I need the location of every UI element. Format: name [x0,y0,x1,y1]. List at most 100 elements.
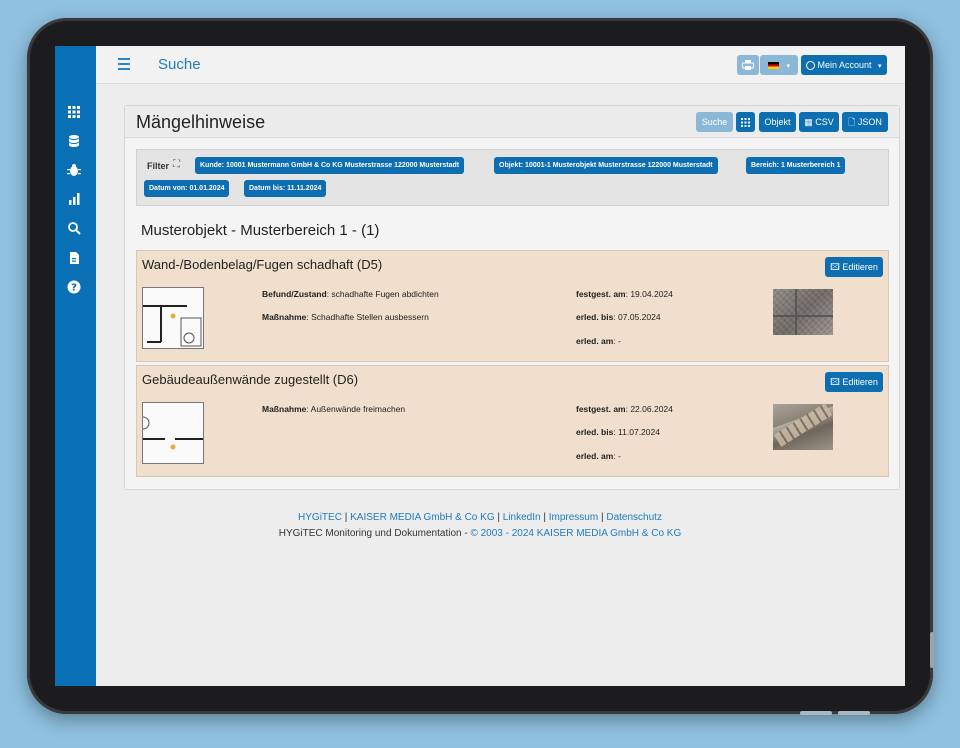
database-icon[interactable] [66,134,82,150]
image-icon: 🖾 [830,262,840,272]
defects-card: Mängelhinweise Suche Objekt ▦ CSV 🗋 JSON… [124,105,900,490]
erled-am-field: erled. am: - [576,336,621,346]
footer-separator: | [543,512,546,523]
tablet-foot-left [800,711,832,715]
massnahme-field: Maßnahme: Außenwände freimachen [262,404,405,414]
edit-label: Editieren [842,262,878,272]
filter-label: Filter [147,161,170,171]
file-icon: 🗋 [848,117,856,127]
edit-label: Editieren [842,377,878,387]
erled-am-value: : - [613,336,621,346]
bar-chart-icon[interactable] [66,192,82,208]
account-label: Mein Account [817,60,872,70]
festgest-field: festgest. am: 22.06.2024 [576,404,673,414]
grid-view-button[interactable] [736,112,755,132]
user-circle-icon [806,61,816,71]
card-header: Mängelhinweise Suche Objekt ▦ CSV 🗋 JSON [125,106,899,138]
print-button[interactable] [737,55,759,75]
account-dropdown[interactable]: Mein Account ▾ [801,55,887,75]
footer-link-datenschutz[interactable]: Datenschutz [606,512,662,523]
filter-chip-datum-von[interactable]: Datum von: 01.01.2024 [144,180,230,197]
defect-row: Wand-/Bodenbelag/Fugen schadhaft (D5) 🖾 … [136,250,889,362]
erled-am-value: : - [613,451,621,461]
festgest-value: : 22.06.2024 [625,404,673,414]
footer-link-impressum[interactable]: Impressum [549,512,598,523]
objekt-button[interactable]: Objekt [759,112,796,132]
erled-bis-value: : 07.05.2024 [613,312,661,322]
befund-field: Befund/Zustand: schadhafte Fugen abdicht… [262,289,439,299]
csv-label: CSV [815,117,834,127]
defect-photo[interactable] [773,403,833,450]
filter-chip-datum-bis[interactable]: Datum bis: 11.11.2024 [244,180,327,197]
massnahme-value: : Außenwände freimachen [306,404,406,414]
chevron-down-icon: ▾ [786,63,791,70]
filter-chip-objekt[interactable]: Objekt: 10001-1 Musterobjekt Musterstras… [494,157,718,174]
massnahme-label: Maßnahme [262,312,307,322]
filter-chip-bereich[interactable]: Bereich: 1 Musterbereich 1 [746,157,846,174]
suche-button[interactable]: Suche [696,112,733,132]
file-icon[interactable] [66,251,82,267]
table-icon: ▦ [804,117,813,127]
grid-icon [741,118,750,127]
befund-value: : schadhafte Fugen abdichten [326,289,439,299]
sidebar: ? [55,46,96,686]
defect-photo[interactable] [773,289,833,335]
erled-bis-label: erled. bis [576,427,614,437]
erled-bis-value: : 11.07.2024 [613,427,660,437]
grid-icon[interactable] [66,105,82,121]
erled-am-label: erled. am [576,336,614,346]
de-flag-icon [767,62,779,70]
tablet-foot-right [838,711,870,715]
massnahme-label: Maßnahme [262,404,307,414]
json-button[interactable]: 🗋 JSON [842,112,888,132]
festgest-label: festgest. am [576,404,626,414]
filter-box: Filter ⛶ Kunde: 10001 Mustermann GmbH & … [136,149,889,206]
floor-plan-thumbnail[interactable] [142,402,204,464]
defect-row: Gebäudeaußenwände zugestellt (D6) 🖾 Edit… [136,365,889,477]
floor-plan-thumbnail[interactable] [142,287,204,349]
massnahme-field: Maßnahme: Schadhafte Stellen ausbessern [262,312,429,322]
footer-copyright: HYGiTEC Monitoring und Dokumentation - ©… [55,528,905,539]
footer-link-hygitec[interactable]: HYGiTEC [298,512,342,523]
erled-bis-field: erled. bis: 07.05.2024 [576,312,661,322]
edit-button[interactable]: 🖾 Editieren [825,372,883,392]
expand-icon[interactable]: ⛶ [173,159,180,170]
page-link-suche[interactable]: Suche [158,56,201,73]
erled-am-label: erled. am [576,451,614,461]
erled-am-field: erled. am: - [576,451,621,461]
festgest-value: : 19.04.2024 [625,289,673,299]
help-icon[interactable]: ? [66,280,82,296]
footer-separator: | [600,512,604,523]
image-icon: 🖾 [830,377,840,387]
language-dropdown[interactable]: ▾ [760,55,798,75]
topbar: Suche ▾ Mein Account ▾ [96,46,905,84]
footer-copyright-link[interactable]: © 2003 - 2024 KAISER MEDIA GmbH & Co KG [470,528,681,539]
befund-label: Befund/Zustand [262,289,327,299]
app-screen: ? Suche ▾ Mein Account ▾ Mängelhinweise … [55,46,905,686]
chevron-down-icon: ▾ [878,63,882,70]
tablet-side-button [930,632,934,668]
footer-separator: | [344,512,348,523]
festgest-label: festgest. am [576,289,626,299]
svg-text:?: ? [71,283,77,294]
erled-bis-field: erled. bis: 11.07.2024 [576,427,660,437]
footer-link-kaiser-media[interactable]: KAISER MEDIA GmbH & Co KG [350,512,494,523]
defect-title: Gebäudeaußenwände zugestellt (D6) [142,372,359,387]
edit-button[interactable]: 🖾 Editieren [825,257,883,277]
footer-links: HYGiTEC | KAISER MEDIA GmbH & Co KG | Li… [55,512,905,523]
massnahme-value: : Schadhafte Stellen ausbessern [306,312,429,322]
festgest-field: festgest. am: 19.04.2024 [576,289,673,299]
defect-title: Wand-/Bodenbelag/Fugen schadhaft (D5) [142,257,383,272]
bug-icon[interactable] [66,163,82,179]
footer-text: HYGiTEC Monitoring und Dokumentation - [278,528,471,539]
footer-separator: | [497,512,500,523]
csv-button[interactable]: ▦ CSV [799,112,839,132]
menu-toggle-icon[interactable] [118,58,130,70]
footer-link-linkedin[interactable]: LinkedIn [503,512,541,523]
search-icon[interactable] [66,221,82,237]
section-title: Musterobjekt - Musterbereich 1 - (1) [141,222,380,239]
json-label: JSON [857,117,882,127]
filter-chip-kunde[interactable]: Kunde: 10001 Mustermann GmbH & Co KG Mus… [195,157,465,174]
erled-bis-label: erled. bis [576,312,614,322]
page-title: Mängelhinweise [136,112,266,132]
